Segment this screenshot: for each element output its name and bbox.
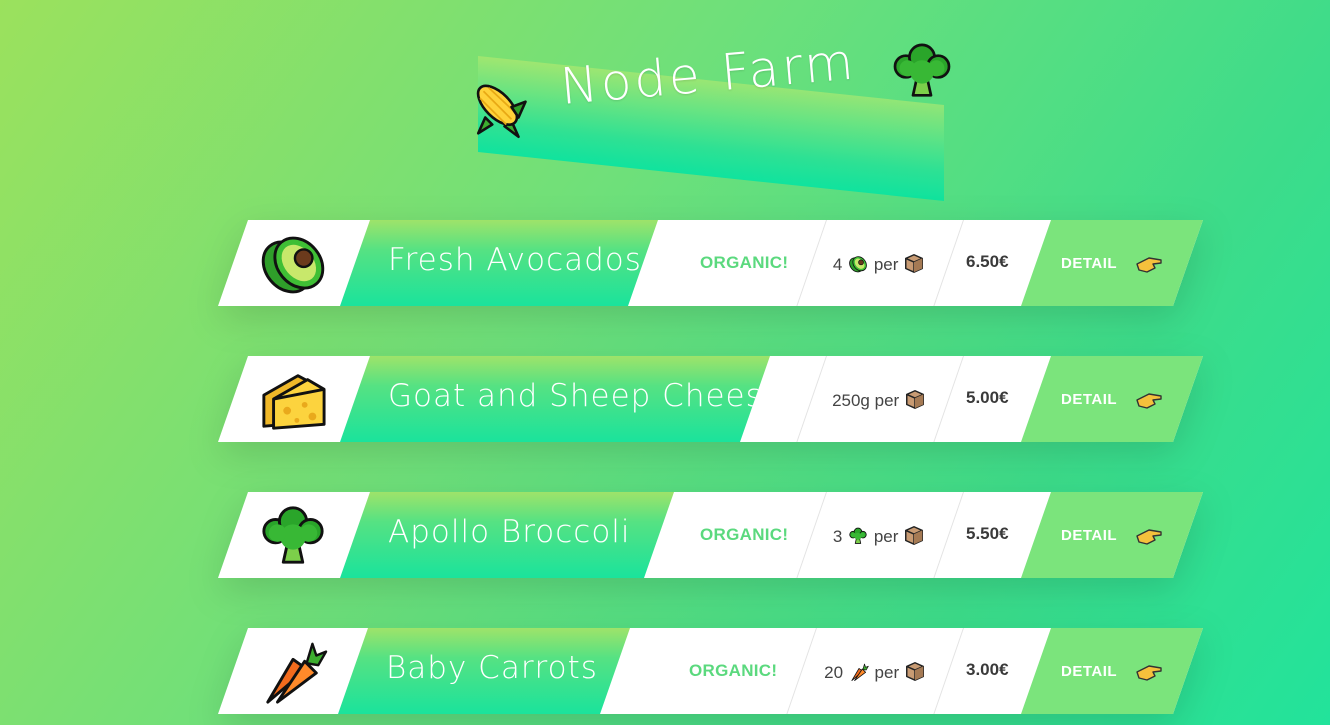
per-label: per [873, 255, 899, 274]
pointing-hand-icon [1135, 254, 1163, 274]
quantity: 4 per [814, 252, 944, 275]
price: 3.00€ [966, 660, 1009, 679]
quantity-amount: 3 [832, 527, 843, 546]
box-icon [904, 388, 926, 410]
detail-label: DETAIL [1061, 391, 1118, 408]
detail-label: DETAIL [1061, 663, 1118, 680]
product-name-band: Apollo Broccoli [340, 492, 674, 578]
product-card-broccoli: Apollo Broccoli ORGANIC! 3 per 5.50€ DET… [218, 492, 1203, 578]
detail-label: DETAIL [1061, 527, 1118, 544]
detail-label: DETAIL [1061, 255, 1118, 272]
pointing-hand-icon [1135, 526, 1163, 546]
pointing-hand-icon [1135, 390, 1163, 410]
broccoli-icon [847, 526, 869, 546]
price: 6.50€ [966, 252, 1009, 271]
price: 5.50€ [966, 524, 1009, 543]
detail-button[interactable]: DETAIL [1021, 220, 1203, 306]
detail-button[interactable]: DETAIL [1021, 356, 1203, 442]
price: 5.00€ [966, 388, 1009, 407]
quantity: 250g per [814, 388, 944, 411]
quantity: 20 per [810, 660, 940, 683]
avocado-icon [847, 254, 869, 274]
box-icon [903, 252, 925, 274]
product-card-cheese: Goat and Sheep Cheese 250g per 5.00€ DET… [218, 356, 1203, 442]
avocado-icon [254, 230, 332, 298]
per-label: per [873, 527, 899, 546]
detail-button[interactable]: DETAIL [1021, 492, 1203, 578]
pointing-hand-icon [1135, 662, 1163, 682]
detail-button[interactable]: DETAIL [1021, 628, 1203, 714]
carrot-icon [254, 638, 332, 706]
product-name: Fresh Avocados [388, 242, 642, 278]
quantity-amount: 250g [832, 391, 870, 410]
organic-badge: ORGANIC! [700, 253, 789, 272]
per-label: per [874, 663, 900, 682]
header: Node Farm [0, 0, 1330, 201]
product-name-band: Fresh Avocados [340, 220, 658, 306]
quantity-amount: 4 [832, 255, 843, 274]
product-name-band: Baby Carrots [338, 628, 630, 714]
quantity-amount: 20 [824, 663, 844, 682]
product-name: Baby Carrots [386, 650, 598, 686]
carrot-icon [848, 662, 870, 682]
product-card-avocados: Fresh Avocados ORGANIC! 4 per 6.50€ DETA… [218, 220, 1203, 306]
quantity: 3 per [814, 524, 944, 547]
product-card-carrots: Baby Carrots ORGANIC! 20 per 3.00€ DETAI… [218, 628, 1203, 714]
product-name: Goat and Sheep Cheese [388, 378, 783, 414]
per-label: per [874, 391, 900, 410]
broccoli-icon [886, 36, 958, 106]
organic-badge: ORGANIC! [700, 525, 789, 544]
product-name: Apollo Broccoli [388, 514, 631, 550]
broccoli-icon [254, 502, 332, 570]
cheese-icon [254, 366, 332, 434]
box-icon [903, 524, 925, 546]
corn-icon [466, 72, 536, 142]
box-icon [904, 660, 926, 682]
product-name-band: Goat and Sheep Cheese [340, 356, 770, 442]
organic-badge: ORGANIC! [689, 661, 778, 680]
